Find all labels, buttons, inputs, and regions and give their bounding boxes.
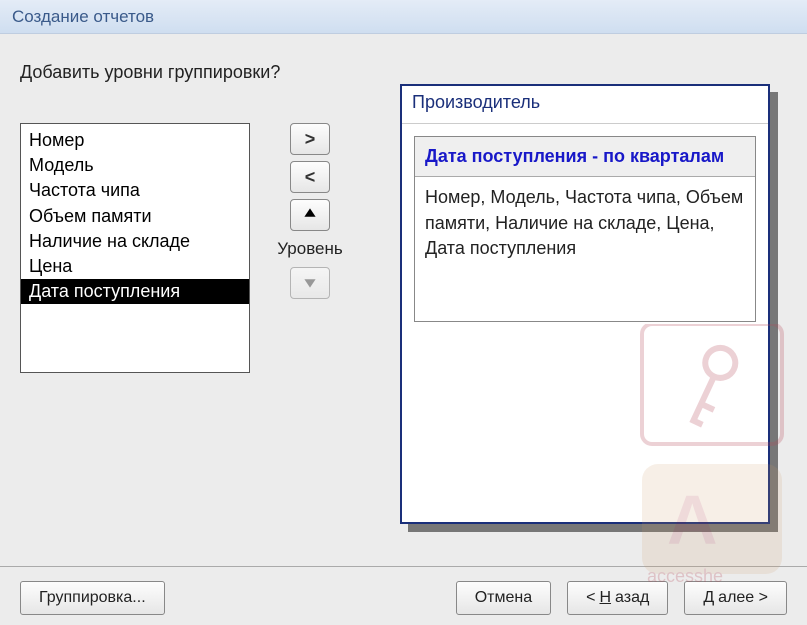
available-fields-list[interactable]: Номер Модель Частота чипа Объем памяти Н… [20,123,250,373]
chevron-left-icon: < [305,167,316,188]
prompt-text: Добавить уровни группировки? [20,62,787,83]
preview-panel: Производитель Дата поступления - по квар… [400,84,770,524]
list-item[interactable]: Частота чипа [21,178,249,203]
chevron-right-icon: > [305,129,316,150]
move-buttons-column: > < Уровень [270,123,350,299]
wizard-footer: Группировка... Отмена < Назад Далее > [0,566,807,615]
grouping-options-button[interactable]: Группировка... [20,581,165,615]
list-item[interactable]: Цена [21,254,249,279]
priority-down-button[interactable] [290,267,330,299]
group-inner: Дата поступления - по кварталам Номер, М… [414,136,756,322]
list-item[interactable]: Наличие на складе [21,229,249,254]
window-title: Создание отчетов [12,7,154,27]
level-label: Уровень [277,239,343,259]
add-level-button[interactable]: > [290,123,330,155]
next-button[interactable]: Далее > [684,581,787,615]
list-item[interactable]: Номер [21,128,249,153]
title-bar: Создание отчетов [0,0,807,34]
back-button[interactable]: < Назад [567,581,668,615]
priority-up-button[interactable] [290,199,330,231]
list-item[interactable]: Модель [21,153,249,178]
group-level-2: Дата поступления - по кварталам [415,137,755,177]
list-item[interactable]: Дата поступления [21,279,249,304]
group-level-1: Производитель [402,86,768,124]
detail-fields: Номер, Модель, Частота чипа, Объем памят… [415,177,755,321]
list-item[interactable]: Объем памяти [21,204,249,229]
arrow-down-icon [303,273,317,294]
remove-level-button[interactable]: < [290,161,330,193]
arrow-up-icon [303,205,317,226]
wizard-content: Добавить уровни группировки? Номер Модел… [0,34,807,373]
cancel-button[interactable]: Отмена [456,581,551,615]
grouping-preview: Производитель Дата поступления - по квар… [400,84,778,524]
